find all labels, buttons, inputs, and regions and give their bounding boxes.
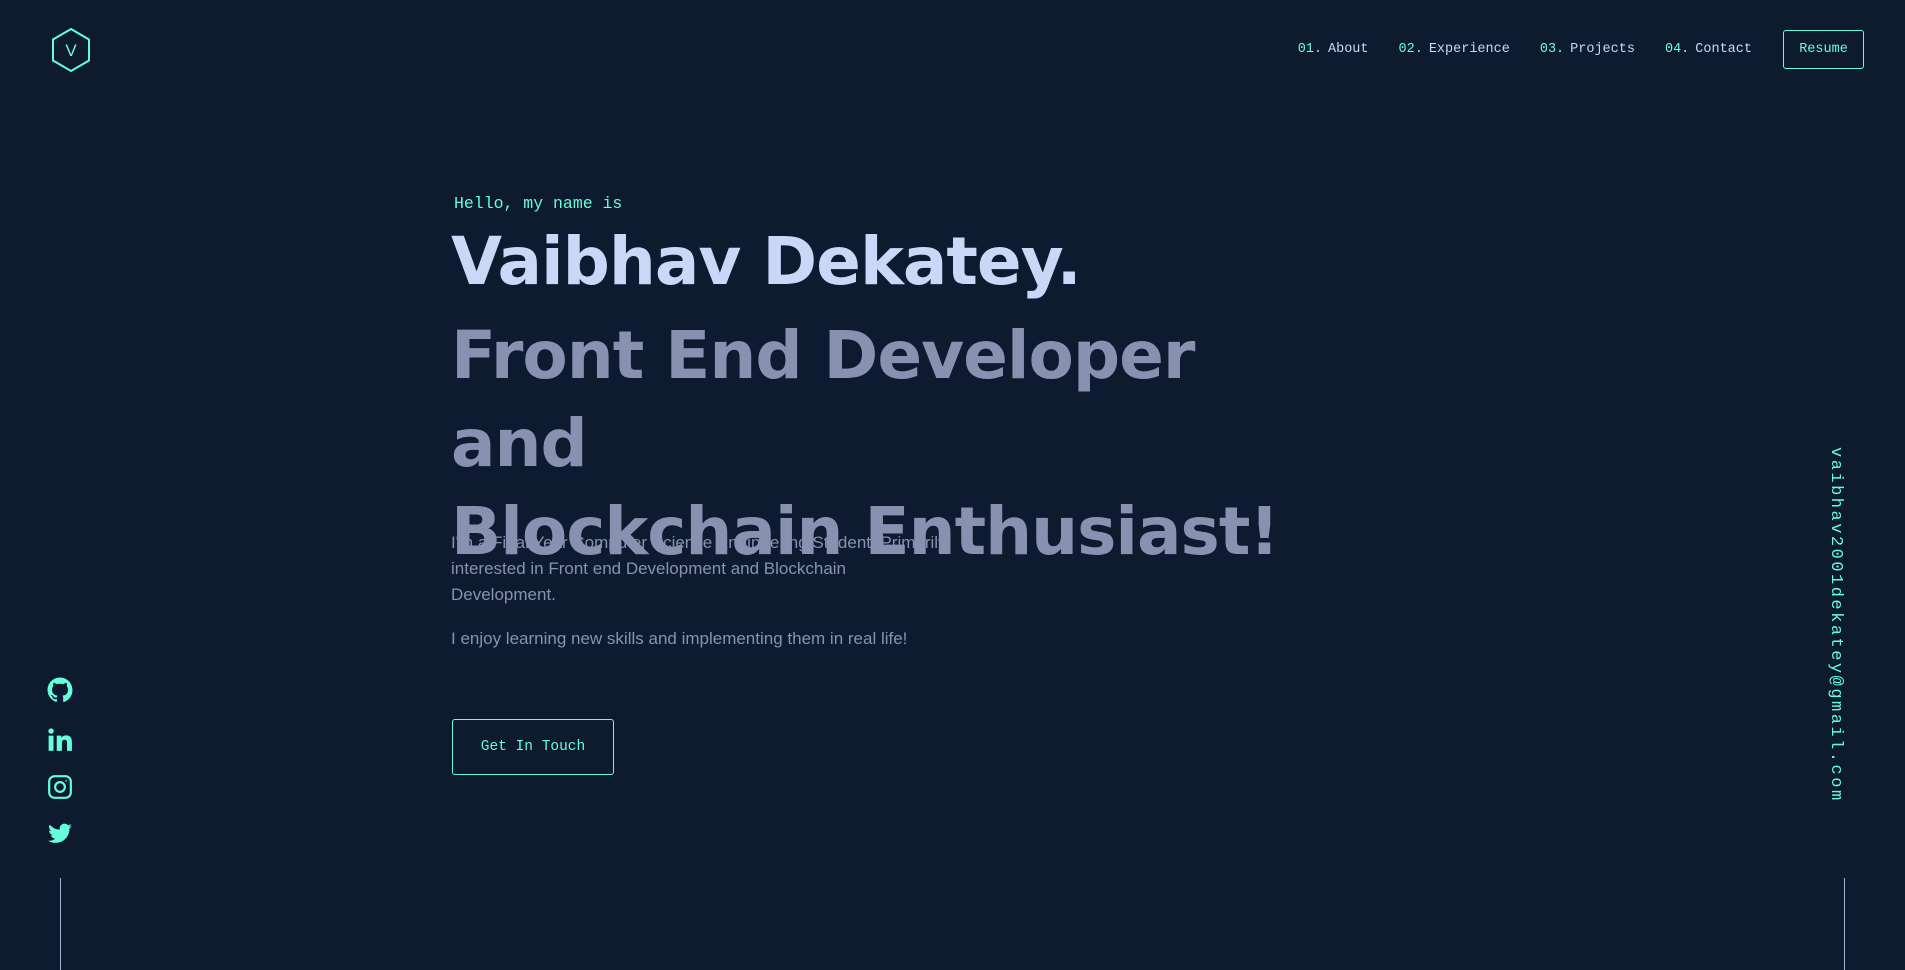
instagram-icon[interactable] [45,772,75,802]
site-header: V 01. About 02. Experience 03. Projects … [0,0,1905,100]
right-vertical-line [1844,878,1845,970]
left-vertical-line [60,878,61,970]
nav-label: About [1328,42,1369,57]
nav-number: 02. [1398,42,1423,57]
nav-label: Experience [1428,42,1510,57]
main-nav: 01. About 02. Experience 03. Projects 04… [1268,30,1864,69]
hero-name: Vaibhav Dekatey. [451,223,1082,300]
github-icon[interactable] [45,675,75,705]
nav-number: 03. [1539,42,1565,57]
nav-item-experience[interactable]: 02. Experience [1399,42,1510,57]
nav-item-contact[interactable]: 04. Contact [1665,42,1752,57]
nav-number: 01. [1297,42,1322,57]
hero-bio: I'm a Final Year Computer Science Engine… [451,533,947,604]
nav-number: 04. [1664,42,1690,57]
nav-label: Contact [1695,42,1752,57]
email-link[interactable]: vaibhav2001dekatey@gmail.com [1826,447,1845,803]
tagline-line-1: Front End Developer and [451,317,1195,482]
linkedin-icon[interactable] [45,725,75,755]
hero-bio-secondary: I enjoy learning new skills and implemen… [451,629,908,648]
twitter-icon[interactable] [45,819,75,849]
nav-item-projects[interactable]: 03. Projects [1540,42,1635,57]
hero-greeting: Hello, my name is [454,194,623,213]
hexagon-logo-icon[interactable]: V [50,27,92,73]
resume-button[interactable]: Resume [1783,30,1864,69]
nav-item-about[interactable]: 01. About [1298,42,1369,57]
get-in-touch-button[interactable]: Get In Touch [452,719,614,775]
logo-letter: V [65,41,77,60]
nav-label: Projects [1570,42,1635,57]
